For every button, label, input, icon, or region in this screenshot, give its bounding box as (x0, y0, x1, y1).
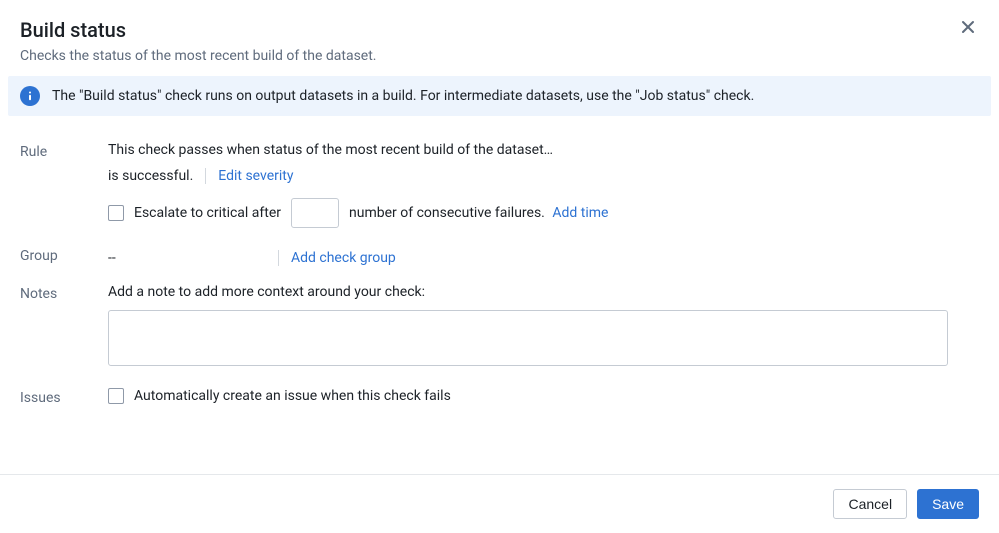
dialog-title: Build status (20, 18, 979, 42)
rule-status-row: is successful. Edit severity (108, 168, 979, 184)
escalate-count-input[interactable] (291, 198, 339, 228)
build-status-dialog: Build status Checks the status of the mo… (0, 0, 999, 533)
issues-label: Issues (20, 388, 108, 406)
info-icon (20, 86, 40, 106)
rule-section: Rule This check passes when status of th… (20, 142, 979, 228)
save-button[interactable]: Save (917, 489, 979, 519)
dialog-footer: Cancel Save (0, 474, 999, 533)
close-icon (960, 19, 976, 35)
auto-create-issue-checkbox[interactable] (108, 388, 124, 404)
divider (205, 168, 206, 184)
edit-severity-link[interactable]: Edit severity (218, 168, 293, 184)
escalate-row: Escalate to critical after number of con… (108, 198, 979, 228)
rule-description: This check passes when status of the mos… (108, 142, 979, 158)
notes-section: Notes Add a note to add more context aro… (20, 284, 979, 370)
group-section: Group -- Add check group (20, 246, 979, 270)
info-banner: The "Build status" check runs on output … (8, 76, 991, 116)
notes-label: Notes (20, 284, 108, 302)
divider (278, 250, 279, 266)
add-time-link[interactable]: Add time (552, 205, 608, 221)
escalate-checkbox[interactable] (108, 205, 124, 221)
rule-status-text: is successful. (108, 168, 193, 184)
close-button[interactable] (957, 16, 979, 38)
dialog-header: Build status Checks the status of the mo… (0, 0, 999, 76)
rule-label: Rule (20, 142, 108, 160)
dialog-subtitle: Checks the status of the most recent bui… (20, 48, 979, 64)
escalate-prefix-text: Escalate to critical after (134, 205, 281, 221)
info-banner-text: The "Build status" check runs on output … (52, 88, 754, 104)
auto-create-issue-label: Automatically create an issue when this … (134, 388, 451, 404)
group-label: Group (20, 246, 108, 264)
group-value: -- (108, 250, 266, 266)
dialog-body: Rule This check passes when status of th… (0, 116, 999, 474)
notes-textarea[interactable] (108, 310, 948, 366)
cancel-button[interactable]: Cancel (833, 489, 907, 519)
escalate-suffix-text: number of consecutive failures. (349, 205, 545, 221)
issues-section: Issues Automatically create an issue whe… (20, 388, 979, 406)
notes-caption: Add a note to add more context around yo… (108, 284, 979, 300)
add-check-group-link[interactable]: Add check group (291, 250, 396, 266)
